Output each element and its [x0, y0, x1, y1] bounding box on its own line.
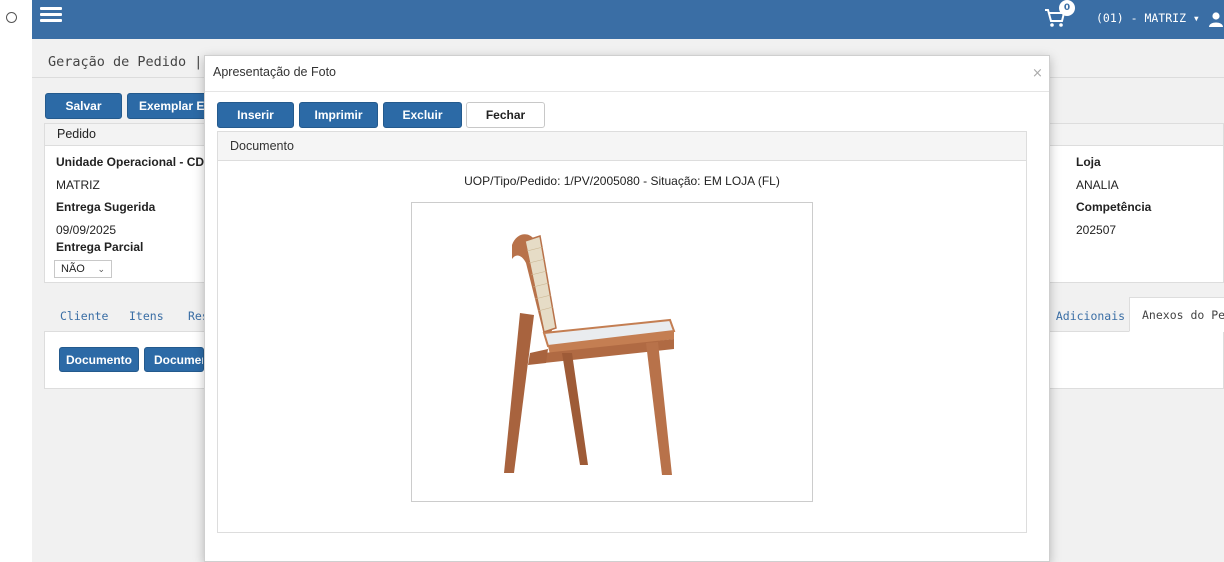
entrega-sugerida-value: 09/09/2025: [56, 223, 117, 237]
order-info-text: UOP/Tipo/Pedido: 1/PV/2005080 - Situação…: [464, 174, 780, 188]
tab-anexos-label: Anexos do Pedi: [1142, 308, 1224, 322]
document-panel: Documento UOP/Tipo/Pedido: 1/PV/2005080 …: [217, 131, 1027, 533]
fechar-button[interactable]: Fechar: [466, 102, 545, 128]
user-icon[interactable]: [1208, 11, 1224, 27]
inserir-button[interactable]: Inserir: [217, 102, 294, 128]
entrega-parcial-value: NÃO: [61, 263, 85, 275]
documento-button[interactable]: Documento: [59, 347, 139, 372]
entrega-parcial-label: Entrega Parcial: [56, 240, 144, 254]
photo-modal: Apresentação de Foto × Inserir Imprimir …: [204, 55, 1050, 562]
photo-frame: [411, 202, 813, 502]
entrega-sugerida-label: Entrega Sugerida: [56, 200, 156, 214]
modal-header-divider: [205, 91, 1049, 92]
pedido-header-label: Pedido: [57, 127, 96, 141]
tab-adicionais[interactable]: s Adicionais: [1042, 309, 1125, 323]
loja-value: ANALIA: [1076, 178, 1119, 192]
menu-icon[interactable]: [40, 7, 62, 25]
unidade-operacional-value: MATRIZ: [56, 178, 100, 192]
close-icon[interactable]: ×: [1032, 67, 1043, 80]
chevron-down-icon: ⌄: [97, 264, 105, 274]
tab-anexos[interactable]: Anexos do Pedi: [1129, 297, 1224, 332]
left-gutter: [0, 0, 32, 562]
loja-label: Loja: [1076, 155, 1101, 169]
branch-selector[interactable]: (01) - MATRIZ ▾: [1096, 11, 1200, 25]
tab-cliente[interactable]: Cliente: [60, 309, 108, 323]
cart-count-badge: 0: [1059, 0, 1075, 16]
imprimir-button[interactable]: Imprimir: [299, 102, 378, 128]
top-navbar: 0 (01) - MATRIZ ▾: [32, 0, 1224, 39]
documento-2-button[interactable]: Documen: [144, 347, 204, 372]
competencia-label: Competência: [1076, 200, 1152, 214]
tab-itens[interactable]: Itens: [129, 309, 164, 323]
unidade-operacional-label: Unidade Operacional - CD: [56, 155, 205, 169]
chair-photo-icon: [504, 234, 676, 475]
excluir-button[interactable]: Excluir: [383, 102, 462, 128]
modal-title: Apresentação de Foto: [213, 65, 336, 79]
save-button[interactable]: Salvar: [45, 93, 122, 119]
exemplar-button[interactable]: Exemplar Es: [127, 93, 207, 119]
entrega-parcial-select[interactable]: NÃO ⌄: [54, 260, 112, 278]
radio-circle[interactable]: [6, 12, 17, 23]
document-header-label: Documento: [230, 139, 294, 153]
document-panel-header: Documento: [218, 132, 1026, 161]
competencia-value: 202507: [1076, 223, 1117, 237]
